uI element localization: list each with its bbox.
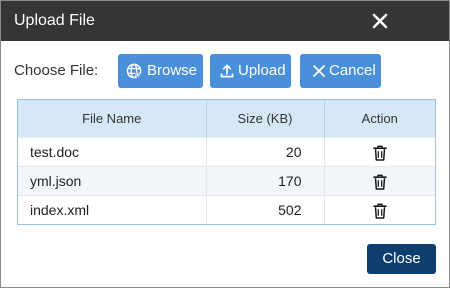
action-cell — [323, 166, 435, 196]
upload-button-label: Upload — [238, 62, 286, 79]
file-name-cell: index.xml — [18, 195, 206, 224]
cancel-button[interactable]: Cancel — [300, 54, 381, 88]
trash-icon[interactable] — [372, 203, 387, 219]
column-header-size[interactable]: Size (KB) — [205, 100, 324, 138]
file-name-cell: test.doc — [18, 137, 206, 167]
file-table: File Name Size (KB) Action test.doc 20 y… — [17, 99, 436, 225]
table-header-row: File Name Size (KB) Action — [18, 100, 435, 138]
upload-icon — [220, 64, 234, 78]
table-row: yml.json 170 — [18, 166, 435, 196]
table-row: index.xml 502 — [18, 195, 435, 224]
file-size-cell: 502 — [205, 195, 324, 224]
file-size-cell: 170 — [205, 166, 324, 196]
upload-button[interactable]: Upload — [210, 54, 291, 88]
table-row: test.doc 20 — [18, 137, 435, 167]
dialog-titlebar: Upload File — [1, 1, 449, 41]
browse-button-label: Browse — [147, 62, 198, 79]
close-button[interactable]: Close — [367, 244, 436, 274]
close-icon — [313, 65, 325, 77]
upload-file-dialog: Upload File Choose File: Browse Upload C… — [0, 0, 450, 288]
action-cell — [323, 137, 435, 167]
choose-file-label: Choose File: — [14, 62, 99, 79]
column-header-file-name[interactable]: File Name — [18, 100, 206, 138]
close-icon[interactable] — [370, 11, 390, 31]
trash-icon[interactable] — [372, 145, 387, 161]
trash-icon[interactable] — [372, 174, 387, 190]
action-cell — [323, 195, 435, 224]
globe-icon — [126, 63, 142, 79]
column-header-action: Action — [323, 100, 435, 138]
file-size-cell: 20 — [205, 137, 324, 167]
cancel-button-label: Cancel — [329, 62, 376, 79]
browse-button[interactable]: Browse — [118, 54, 203, 88]
dialog-title: Upload File — [14, 12, 95, 29]
file-name-cell: yml.json — [18, 166, 206, 196]
